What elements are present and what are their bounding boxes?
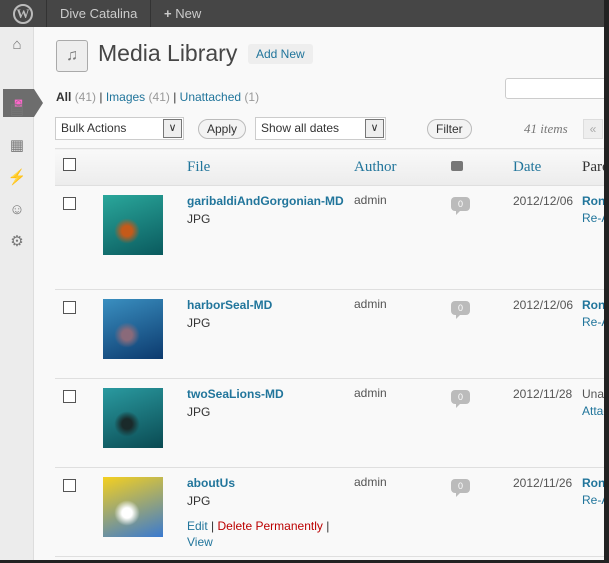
view-link[interactable]: View bbox=[187, 535, 213, 549]
file-type: JPG bbox=[187, 494, 211, 508]
filter-unattached-count: (1) bbox=[244, 90, 260, 104]
parent-link: Unattached bbox=[582, 387, 604, 401]
column-date[interactable]: Date bbox=[513, 148, 582, 186]
add-new-button[interactable]: Add New bbox=[248, 44, 313, 64]
row-checkbox[interactable] bbox=[63, 301, 76, 314]
appearance-icon[interactable]: ▦ bbox=[4, 133, 30, 159]
plus-icon: + bbox=[164, 6, 176, 21]
tools-icon[interactable]: ⚙ bbox=[4, 229, 30, 255]
media-thumbnail[interactable] bbox=[103, 195, 163, 255]
media-thumbnail[interactable] bbox=[103, 477, 163, 537]
browser-window: W Dive Catalina + New ⌂ ◙ ▤ ▦ ⚡ ☺ ⚙ ♫ Me… bbox=[0, 0, 604, 560]
media-thumbnail[interactable] bbox=[103, 388, 163, 448]
author: admin bbox=[354, 378, 451, 468]
bulk-actions-value: Bulk Actions bbox=[61, 121, 127, 135]
author: admin bbox=[354, 289, 451, 379]
parent-link[interactable]: Ron bbox=[582, 193, 604, 210]
file-title-link[interactable]: twoSeaLions-MD bbox=[187, 386, 354, 403]
attach-link[interactable]: Attach bbox=[582, 404, 604, 418]
attach-link[interactable]: Re-Attach bbox=[582, 315, 604, 329]
users-icon[interactable]: ☺ bbox=[4, 197, 30, 223]
column-parent: Parent bbox=[582, 148, 604, 186]
admin-bar: W Dive Catalina + New bbox=[0, 0, 604, 27]
comment-count-bubble[interactable]: 0 bbox=[451, 390, 470, 408]
column-file[interactable]: File bbox=[187, 148, 354, 186]
delete-permanently-link[interactable]: Delete Permanently bbox=[217, 519, 322, 533]
chevron-down-icon: ∨ bbox=[163, 119, 182, 138]
dashboard-home-icon[interactable]: ⌂ bbox=[4, 32, 30, 58]
file-type: JPG bbox=[187, 212, 211, 226]
date: 2012/11/28 bbox=[513, 387, 573, 401]
parent-link[interactable]: Ron bbox=[582, 297, 604, 314]
date-filter-select[interactable]: Show all dates ∨ bbox=[255, 117, 386, 140]
table-row: twoSeaLions-MD JPG admin 0 2012/11/28 Una… bbox=[55, 378, 604, 468]
file-title-link[interactable]: aboutUs bbox=[187, 475, 354, 492]
row-checkbox[interactable] bbox=[63, 197, 76, 210]
file-title-link[interactable]: garibaldiAndGorgonian-MD bbox=[187, 193, 354, 210]
select-all-checkbox[interactable] bbox=[63, 158, 76, 171]
search-input[interactable] bbox=[505, 78, 604, 99]
filter-images-count: (41) bbox=[148, 90, 170, 104]
table-row: garibaldiAndGorgonian-MD JPG admin 0 2012… bbox=[55, 185, 604, 290]
media-library-icon: ♫ bbox=[56, 40, 88, 72]
filter-all-count: (41) bbox=[74, 90, 97, 104]
table-row: aboutUs JPG Edit | Delete Permanently | Vi… bbox=[55, 467, 604, 557]
file-type: JPG bbox=[187, 316, 211, 330]
wordpress-logo-icon[interactable]: W bbox=[0, 0, 47, 27]
new-label: New bbox=[175, 6, 202, 21]
date-filter-value: Show all dates bbox=[261, 121, 340, 135]
table-header: File Author Date Parent bbox=[55, 148, 604, 186]
page-title: Media Library bbox=[98, 40, 238, 66]
comments-column-icon[interactable] bbox=[451, 160, 463, 171]
edit-link[interactable]: Edit bbox=[187, 519, 208, 533]
pages-icon[interactable]: ▤ bbox=[4, 97, 30, 123]
file-title-link[interactable]: harborSeal-MD bbox=[187, 297, 354, 314]
filter-button[interactable]: Filter bbox=[427, 119, 472, 139]
apply-button[interactable]: Apply bbox=[198, 119, 247, 139]
main-content: ♫ Media Library Add New All (41) | Image… bbox=[35, 27, 604, 560]
chevron-down-icon: ∨ bbox=[365, 119, 384, 138]
date: 2012/12/06 bbox=[513, 194, 574, 208]
filter-all[interactable]: All bbox=[56, 90, 71, 104]
filter-images[interactable]: Images bbox=[106, 90, 145, 104]
attach-link[interactable]: Re-Attach bbox=[582, 211, 604, 225]
comment-count-bubble[interactable]: 0 bbox=[451, 301, 470, 319]
filter-unattached[interactable]: Unattached bbox=[180, 90, 241, 104]
site-name-link[interactable]: Dive Catalina bbox=[48, 0, 151, 27]
first-page-button[interactable]: « bbox=[583, 119, 603, 139]
plugins-icon[interactable]: ⚡ bbox=[4, 165, 30, 191]
media-thumbnail[interactable] bbox=[103, 299, 163, 359]
admin-sidebar: ⌂ ◙ ▤ ▦ ⚡ ☺ ⚙ bbox=[0, 27, 43, 560]
table-row: harborSeal-MD JPG admin 0 2012/12/06 Ron R… bbox=[55, 289, 604, 379]
date: 2012/12/06 bbox=[513, 298, 574, 312]
column-author[interactable]: Author bbox=[354, 148, 451, 186]
attach-link[interactable]: Re-Attach bbox=[582, 493, 604, 507]
file-type: JPG bbox=[187, 405, 211, 419]
parent-link[interactable]: Ron bbox=[582, 475, 604, 492]
comment-count-bubble[interactable]: 0 bbox=[451, 479, 470, 497]
date: 2012/11/26 bbox=[513, 476, 573, 490]
bulk-actions-select[interactable]: Bulk Actions ∨ bbox=[55, 117, 184, 140]
media-table: File Author Date Parent garibaldiAndGorg… bbox=[55, 148, 604, 557]
author: admin bbox=[354, 185, 451, 290]
new-content-button[interactable]: + New bbox=[152, 0, 232, 27]
items-count: 41 items bbox=[524, 121, 568, 136]
comment-count-bubble[interactable]: 0 bbox=[451, 197, 470, 215]
filter-links: All (41) | Images (41) | Unattached (1) bbox=[56, 90, 260, 104]
row-checkbox[interactable] bbox=[63, 390, 76, 403]
author: admin bbox=[354, 467, 451, 557]
row-checkbox[interactable] bbox=[63, 479, 76, 492]
